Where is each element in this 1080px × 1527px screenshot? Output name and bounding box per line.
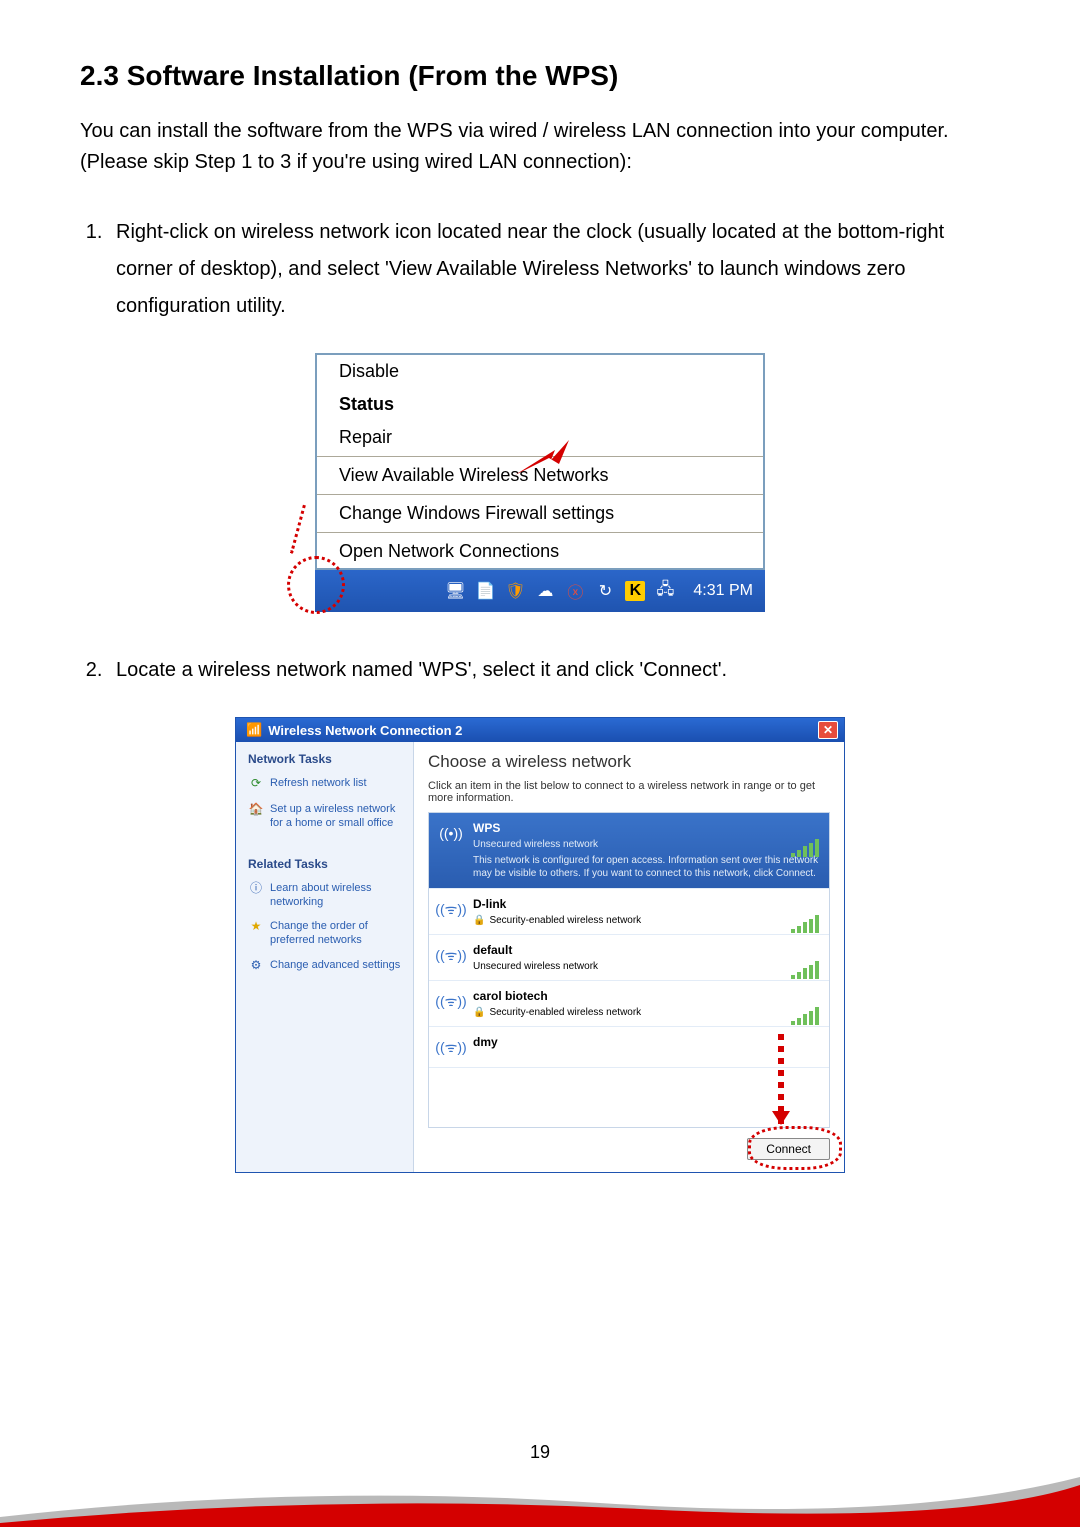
menu-item-disable[interactable]: Disable	[317, 355, 763, 388]
taskbar: 🖥 📄 🛡 ☁ ⓧ ↻ K 🖧 4:31 PM	[315, 570, 765, 612]
star-icon: ★	[248, 919, 264, 935]
footer-swoosh	[0, 1473, 1080, 1527]
sidebar: Network Tasks ⟳ Refresh network list 🏠 S…	[236, 742, 414, 1172]
wifi-icon: ((ᯤ))	[439, 943, 463, 967]
network-security: Unsecured wireless network	[473, 839, 819, 850]
section-heading: 2.3 Software Installation (From the WPS)	[80, 60, 1000, 92]
section-number: 2.3	[80, 60, 119, 91]
sidebar-item-change-advanced[interactable]: ⚙ Change advanced settings	[248, 958, 401, 974]
menu-item-open-connections[interactable]: Open Network Connections	[317, 535, 763, 568]
network-security: Unsecured wireless network	[473, 961, 819, 972]
annotation-dotted-circle	[748, 1126, 842, 1170]
sidebar-heading-related-tasks: Related Tasks	[248, 857, 401, 871]
network-security: Security-enabled wireless network	[489, 1007, 641, 1018]
refresh-icon: ⟳	[248, 776, 264, 792]
lock-icon: 🔒	[473, 915, 485, 926]
sidebar-item-setup[interactable]: 🏠 Set up a wireless network for a home o…	[248, 802, 401, 831]
tray-network-icon: 🖧	[655, 581, 675, 601]
sidebar-item-change-order[interactable]: ★ Change the order of preferred networks	[248, 919, 401, 948]
signal-strength-icon	[791, 839, 819, 857]
network-list: ((•)) WPS Unsecured wireless network Thi…	[428, 812, 830, 1128]
intro-paragraph: You can install the software from the WP…	[80, 116, 1000, 178]
step-1: Right-click on wireless network icon loc…	[108, 214, 1000, 325]
network-security: Security-enabled wireless network	[489, 915, 641, 926]
network-item-carol-biotech[interactable]: ((ᯤ)) carol biotech 🔒 Security-enabled wi…	[429, 981, 829, 1027]
sidebar-item-label: Set up a wireless network for a home or …	[270, 802, 401, 831]
main-heading: Choose a wireless network	[428, 752, 830, 772]
gear-icon: ⚙	[248, 958, 264, 974]
network-item-dmy[interactable]: ((ᯤ)) dmy	[429, 1027, 829, 1068]
network-item-dlink[interactable]: ((ᯤ)) D-link 🔒 Security-enabled wireless …	[429, 889, 829, 935]
tray-k-icon: K	[625, 581, 645, 601]
wifi-icon: ((ᯤ))	[439, 1035, 463, 1059]
annotation-dotted-line	[290, 505, 306, 554]
tray-monitor-icon: 🖥	[445, 581, 465, 601]
wifi-icon: ((ᯤ))	[439, 989, 463, 1013]
tray-refresh-icon: ↻	[595, 581, 615, 601]
sidebar-item-refresh[interactable]: ⟳ Refresh network list	[248, 776, 401, 792]
wifi-icon: ((•))	[439, 821, 463, 845]
network-item-wps[interactable]: ((•)) WPS Unsecured wireless network Thi…	[429, 813, 829, 889]
page-number: 19	[0, 1442, 1080, 1463]
sidebar-item-label: Learn about wireless networking	[270, 881, 401, 910]
lock-icon: 🔒	[473, 1007, 485, 1018]
sidebar-item-label: Change advanced settings	[270, 958, 400, 972]
tray-cloud-icon: ☁	[535, 581, 555, 601]
annotation-dotted-circle	[287, 556, 345, 614]
network-name: D-link	[473, 897, 819, 911]
section-title-text: Software Installation (From the WPS)	[127, 60, 619, 91]
main-subtext: Click an item in the list below to conne…	[428, 780, 830, 804]
network-name: carol biotech	[473, 989, 819, 1003]
tray-clock: 4:31 PM	[693, 582, 753, 600]
sidebar-item-label: Change the order of preferred networks	[270, 919, 401, 948]
tray-document-icon: 📄	[475, 581, 495, 601]
sidebar-item-label: Refresh network list	[270, 776, 367, 790]
sidebar-heading-network-tasks: Network Tasks	[248, 752, 401, 766]
menu-item-firewall[interactable]: Change Windows Firewall settings	[317, 497, 763, 530]
tray-close-icon: ⓧ	[565, 581, 585, 601]
step-2: Locate a wireless network named 'WPS', s…	[108, 652, 1000, 689]
close-button[interactable]: ✕	[818, 721, 838, 739]
tray-shield-icon: 🛡	[505, 581, 525, 601]
menu-item-status[interactable]: Status	[317, 388, 763, 421]
wireless-icon: 📶	[246, 722, 262, 738]
network-name: default	[473, 943, 819, 957]
wifi-icon: ((ᯤ))	[439, 897, 463, 921]
network-name: dmy	[473, 1035, 819, 1049]
signal-strength-icon	[791, 915, 819, 933]
figure-wireless-window: 📶 Wireless Network Connection 2 ✕ Networ…	[235, 717, 845, 1173]
network-warning: This network is configured for open acce…	[473, 854, 819, 880]
window-title: Wireless Network Connection 2	[268, 723, 462, 738]
window-titlebar: 📶 Wireless Network Connection 2 ✕	[236, 718, 844, 742]
setup-icon: 🏠	[248, 802, 264, 818]
network-item-default[interactable]: ((ᯤ)) default Unsecured wireless network	[429, 935, 829, 981]
signal-strength-icon	[791, 1007, 819, 1025]
sidebar-item-learn[interactable]: ⓘ Learn about wireless networking	[248, 881, 401, 910]
signal-strength-icon	[791, 961, 819, 979]
info-icon: ⓘ	[248, 881, 264, 897]
main-pane: Choose a wireless network Click an item …	[414, 742, 844, 1172]
network-name: WPS	[473, 821, 819, 835]
menu-separator	[317, 532, 763, 533]
figure-context-menu: Disable Status Repair View Available Wir…	[315, 353, 765, 612]
menu-separator	[317, 494, 763, 495]
